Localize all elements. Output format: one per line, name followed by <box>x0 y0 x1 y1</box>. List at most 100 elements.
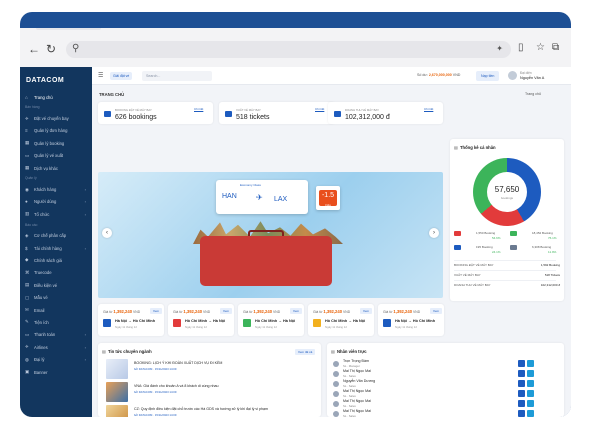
sidebar-item[interactable]: ✎ Tiện ích <box>20 316 92 328</box>
promo-route-card[interactable]: Giá từ 1,392,240 VND Xem Hồ Chí Minh → Hà … <box>308 304 374 336</box>
news-item[interactable]: VNA: Giá đánh cho khoản A và 8 khách di … <box>106 382 314 404</box>
stat-detail-link[interactable]: Chi tiết <box>194 107 203 111</box>
promo-view-button[interactable]: Xem <box>430 308 443 314</box>
zalo-icon[interactable] <box>518 360 525 367</box>
favorites-icon[interactable]: ☆ <box>536 42 545 53</box>
banner-next-icon[interactable]: › <box>429 228 439 238</box>
sidebar-item[interactable]: ✈ Airlines › <box>20 341 92 353</box>
zalo-icon[interactable] <box>518 380 525 387</box>
skype-icon[interactable] <box>527 380 534 387</box>
promo-route-card[interactable]: Giá từ 1,392,240 VND Xem Hà Nội → Hồ Chí M… <box>98 304 164 336</box>
plane-icon: ✈ <box>256 193 263 202</box>
sidebar-item[interactable]: ▥ Tổ chức › <box>20 208 92 220</box>
stat-detail-link[interactable]: Chi tiết <box>424 107 433 111</box>
promo-route-card[interactable]: Giá từ 1,392,240 VND Xem Hồ Chí Minh → Hà … <box>238 304 304 336</box>
sidebar-item[interactable]: ≡ Quản lý đơn hàng <box>20 125 92 137</box>
search-input[interactable]: Search... <box>142 71 212 81</box>
sidebar-item-label: Chính sách giá <box>34 257 62 263</box>
sidebar-item[interactable]: ✉ Email <box>20 304 92 316</box>
sidebar-item[interactable]: ◈ Cơ chế phân cấp <box>20 230 92 242</box>
sidebar-menu: ⌂ Trang chủ Bán hàng ✈ Đặt vé chuyến bay ≡ Quả… <box>20 91 92 378</box>
promo-view-button[interactable]: Xem <box>220 308 233 314</box>
sidebar-item-label: Tiện ích <box>34 319 49 325</box>
sidebar-item[interactable]: ▣ Banner <box>20 366 92 378</box>
chevron-right-icon: › <box>84 187 86 193</box>
recharge-button[interactable]: Nạp tiền <box>476 71 500 81</box>
divider <box>454 260 556 261</box>
sidebar-item[interactable]: ✈ Đặt vé chuyến bay <box>20 112 92 124</box>
menu-toggle-icon[interactable]: ☰ <box>98 72 103 79</box>
promo-view-button[interactable]: Xem <box>290 308 303 314</box>
skype-icon[interactable] <box>527 370 534 377</box>
zalo-icon[interactable] <box>518 410 525 417</box>
breadcrumb[interactable]: Trang chủ <box>525 92 541 96</box>
brand-logo[interactable]: DATACOM <box>26 77 92 91</box>
extension-icon[interactable]: ✦ <box>496 44 503 53</box>
browser-tab[interactable] <box>36 28 136 38</box>
sidebar-item-label: Đại lý <box>34 357 45 363</box>
stat-value: 626 bookings <box>115 114 157 121</box>
reload-icon[interactable]: ↻ <box>46 41 56 57</box>
promo-price-unit: VND <box>272 310 281 314</box>
promo-date: Ngày 11 tháng 12 <box>255 325 277 329</box>
avatar <box>508 71 517 80</box>
promo-view-button[interactable]: Xem <box>360 308 373 314</box>
collections-icon[interactable]: ⧉ <box>552 42 559 53</box>
chevron-right-icon: › <box>84 332 86 338</box>
zalo-icon[interactable] <box>518 400 525 407</box>
promo-route: Hồ Chí Minh → Hà Nội <box>255 319 296 323</box>
view-all-button[interactable]: Xem tất cả <box>295 349 316 355</box>
sidebar-item[interactable]: ▦ Dịch vụ khác <box>20 162 92 174</box>
skype-icon[interactable] <box>527 410 534 417</box>
summary-total-value: 518 Tickets <box>544 273 560 277</box>
banner-prev-icon[interactable]: ‹ <box>102 228 112 238</box>
sidebar-item[interactable]: ⌘ Truecode <box>20 267 92 279</box>
file-icon: ▢ <box>25 294 30 300</box>
avatar <box>333 411 339 417</box>
zalo-icon[interactable] <box>518 390 525 397</box>
image-icon: ▣ <box>25 369 30 374</box>
balance-label: Số dư <box>417 73 427 77</box>
address-bar[interactable]: ⚲ ✦ <box>66 41 511 58</box>
stat-detail-link[interactable]: Chi tiết <box>315 107 324 111</box>
reading-view-icon[interactable]: ▯ <box>518 42 524 53</box>
summary-card: ▤ Thống kê cá nhân 57,650 bookings 1,550… <box>450 139 564 301</box>
promo-date: Ngày 11 tháng 12 <box>395 325 417 329</box>
promo-view-button[interactable]: Xem <box>150 308 163 314</box>
user-menu[interactable]: Đại diện Nguyễn Văn A <box>508 70 552 82</box>
sidebar-item[interactable]: ▭ Thanh toán › <box>20 329 92 341</box>
sidebar-item[interactable]: ▭ Quản lý vé xuất <box>20 150 92 162</box>
chevron-right-icon: › <box>84 199 86 205</box>
news-item[interactable]: BOOKING: LỊCH Ý KHI ĐOÀN XUẤT DỊCH VỤ ĐI… <box>106 359 314 381</box>
airline-logo <box>313 319 321 327</box>
skype-icon[interactable] <box>527 400 534 407</box>
doc-icon: ▤ <box>25 282 30 288</box>
news-icon: ▤ <box>102 349 106 354</box>
staff-item: Mai Thị Ngọc Mai SL · Sales <box>333 409 536 417</box>
divider <box>454 270 556 271</box>
sidebar-section-label: Báo cáo <box>25 222 38 227</box>
back-icon[interactable]: ← <box>28 41 40 57</box>
sidebar-item[interactable]: ▦ Quản lý booking <box>20 137 92 149</box>
news-thumbnail <box>106 359 128 379</box>
sidebar-item[interactable]: ● Người dùng › <box>20 196 92 208</box>
sidebar-item[interactable]: $ Tài chính hàng › <box>20 242 92 254</box>
sidebar-item[interactable]: ◆ Chính sách giá <box>20 254 92 266</box>
sidebar-item[interactable]: ▢ Mẫu vé <box>20 291 92 303</box>
skype-icon[interactable] <box>527 360 534 367</box>
sidebar-item[interactable]: ⌂ Trang chủ <box>20 91 92 103</box>
stat-card-bookings: BOOKING ĐẶT VÉ MÁY BAY 626 bookings Chi … <box>98 102 213 124</box>
promo-banner[interactable]: Economy Class HAN ✈ LAX -1.5 triệu ‹ › <box>98 172 443 298</box>
zalo-icon[interactable] <box>518 370 525 377</box>
skype-icon[interactable] <box>527 390 534 397</box>
chart-icon: ▤ <box>454 145 458 150</box>
promo-route-card[interactable]: Giá từ 1,392,240 VND Xem Hà Nội → Hồ Chí M… <box>378 304 444 336</box>
promo-from-label: Giá từ <box>243 310 253 314</box>
store-button[interactable]: Giải đặt vé <box>110 72 133 80</box>
summary-total: 57,650 <box>494 185 520 194</box>
news-item[interactable]: CZ: Quy định điều kiện đặt chỗ trước các… <box>106 405 314 417</box>
sidebar-item[interactable]: ▤ Điều kiện vé <box>20 279 92 291</box>
sidebar-item[interactable]: ◍ Đại lý › <box>20 353 92 365</box>
sidebar-item[interactable]: ◉ Khách hàng › <box>20 183 92 195</box>
promo-route-card[interactable]: Giá từ 1,392,240 VND Xem Hồ Chí Minh → Hà … <box>168 304 234 336</box>
